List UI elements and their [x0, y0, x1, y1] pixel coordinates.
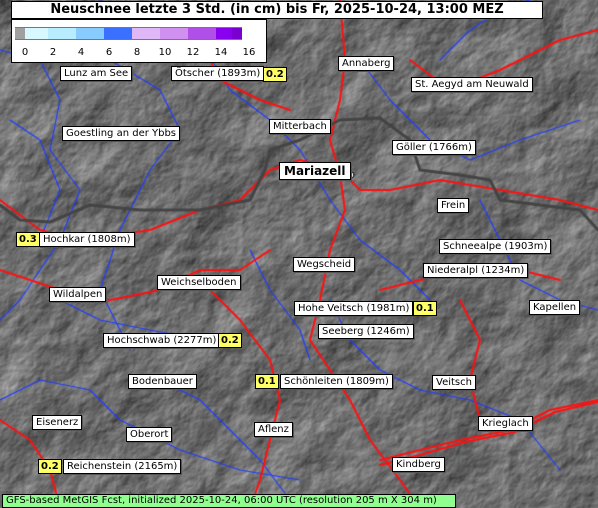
scale-swatch — [188, 27, 216, 40]
value-schoenleiten: 0.1 — [255, 374, 279, 389]
scale-swatch — [160, 27, 188, 40]
model-info-footer: GFS-based MetGIS Fcst, initialized 2025-… — [2, 494, 456, 508]
scale-swatch — [232, 27, 242, 40]
label-mariazell: Mariazell — [279, 162, 351, 180]
color-scale-bar — [15, 27, 242, 40]
label-frein: Frein — [437, 198, 470, 213]
label-hochschwab: Hochschwab (2277m) — [103, 333, 221, 348]
label-seeberg: Seeberg (1246m) — [318, 324, 414, 339]
label-kindberg: Kindberg — [392, 457, 445, 472]
label-veitsch: Veitsch — [432, 375, 476, 390]
scale-swatch — [15, 27, 25, 40]
scale-tick-label: 0 — [21, 47, 29, 58]
label-annaberg: Annaberg — [338, 56, 395, 71]
scale-swatch — [25, 27, 48, 40]
label-lunz: Lunz am See — [60, 66, 133, 81]
scale-swatch — [132, 27, 160, 40]
label-schneealpe: Schneealpe (1903m) — [439, 239, 552, 254]
label-weichselboden: Weichselboden — [157, 275, 241, 290]
scale-tick-label: 16 — [242, 47, 256, 58]
map-title: Neuschnee letzte 3 Std. (in cm) bis Fr, … — [11, 1, 543, 19]
value-hoheveitsch: 0.1 — [413, 301, 437, 316]
label-mitterbach: Mitterbach — [269, 119, 331, 134]
label-reichenstein: Reichenstein (2165m) — [63, 459, 182, 474]
scale-swatch — [48, 27, 76, 40]
label-kapellen: Kapellen — [529, 300, 581, 315]
label-bodenbauer: Bodenbauer — [128, 374, 197, 389]
scale-tick-label: 10 — [158, 47, 172, 58]
value-oetscher: 0.2 — [263, 67, 287, 82]
scale-swatch — [76, 27, 104, 40]
scale-tick-label: 4 — [77, 47, 85, 58]
label-oberort: Oberort — [126, 427, 173, 442]
value-reichenstein: 0.2 — [38, 459, 62, 474]
label-eisenerz: Eisenerz — [32, 415, 83, 430]
scale-tick-label: 2 — [49, 47, 57, 58]
label-oetscher: Ötscher (1893m) — [171, 66, 265, 81]
label-aflenz: Aflenz — [254, 422, 293, 437]
label-wildalpen: Wildalpen — [49, 287, 107, 302]
scale-tick-label: 12 — [186, 47, 200, 58]
scale-swatch — [216, 27, 232, 40]
color-scale-legend: 0 2 4 6 8 10 12 14 16 — [11, 19, 267, 63]
label-goeller: Göller (1766m) — [392, 140, 476, 155]
label-niederalpl: Niederalpl (1234m) — [423, 263, 529, 278]
label-hochkar: Hochkar (1808m) — [39, 232, 135, 247]
label-goestling: Goestling an der Ybbs — [62, 126, 181, 141]
label-hoheveitsch: Hohe Veitsch (1981m) — [294, 301, 414, 316]
scale-swatch — [104, 27, 132, 40]
label-wegscheid: Wegscheid — [293, 257, 356, 272]
scale-tick-label: 6 — [105, 47, 113, 58]
scale-tick-label: 8 — [133, 47, 141, 58]
label-aegyd: St. Aegyd am Neuwald — [411, 77, 533, 92]
scale-tick-label: 14 — [214, 47, 228, 58]
value-hochschwab: 0.2 — [218, 333, 242, 348]
value-hochkar: 0.3 — [16, 232, 40, 247]
label-krieglach: Krieglach — [478, 416, 533, 431]
label-schoenleiten: Schönleiten (1809m) — [280, 374, 393, 389]
